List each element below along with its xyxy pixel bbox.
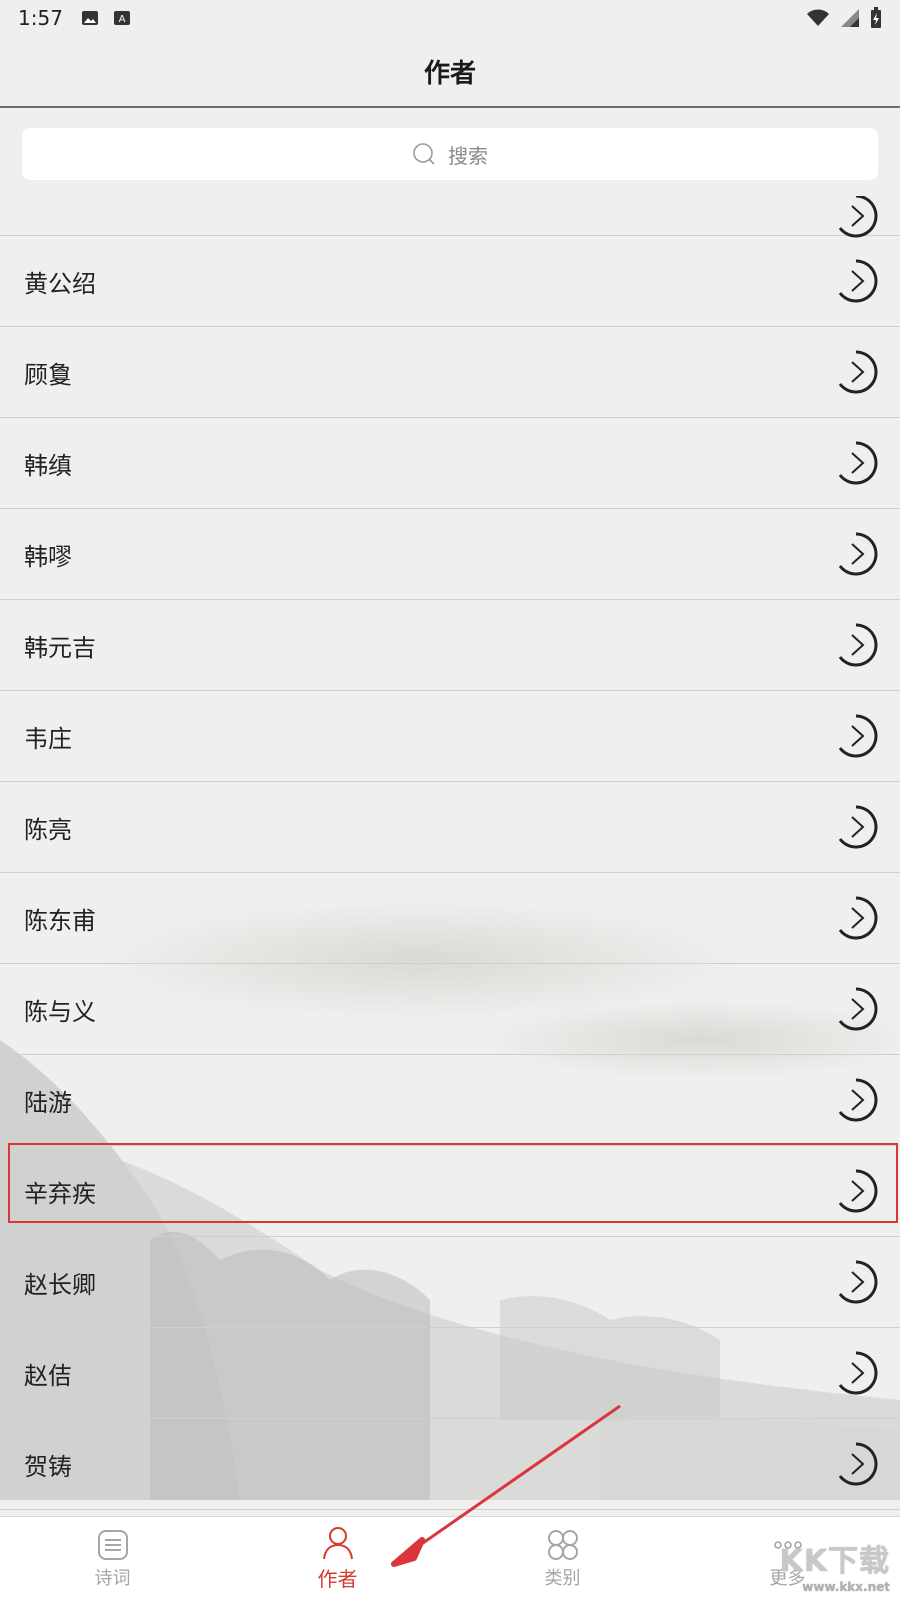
- tab-label: 类别: [544, 1567, 581, 1589]
- author-name: 黄公绍: [24, 269, 96, 298]
- list-item[interactable]: 赵佶: [0, 1328, 900, 1419]
- author-name: 韩嘐: [24, 542, 72, 571]
- chevron-right-icon: [838, 805, 878, 849]
- search-icon: [413, 143, 435, 165]
- author-name: 陈亮: [24, 815, 72, 844]
- page-title: 作者: [423, 58, 476, 89]
- author-name: 韦庄: [24, 724, 72, 753]
- chevron-right-icon: [838, 714, 878, 758]
- list-item[interactable]: 韩元吉: [0, 600, 900, 691]
- tab-categories[interactable]: 类别: [450, 1517, 675, 1600]
- person-icon: [322, 1527, 353, 1560]
- list-item[interactable]: 辛弃疾: [0, 1146, 900, 1237]
- chevron-right-icon: [838, 259, 878, 303]
- tab-authors[interactable]: 作者: [225, 1517, 450, 1600]
- chevron-right-icon: [838, 1169, 878, 1213]
- grid-icon: [547, 1529, 578, 1560]
- battery-icon: [871, 7, 881, 28]
- chevron-right-icon: [838, 896, 878, 940]
- list-item[interactable]: 陆游: [0, 1055, 900, 1146]
- status-bar: 1:57 A: [0, 0, 900, 36]
- author-name: 陆游: [24, 1088, 72, 1117]
- chevron-right-icon: [838, 532, 878, 576]
- author-name: 韩缜: [24, 451, 72, 480]
- chevron-right-icon: [838, 350, 878, 394]
- chevron-right-icon: [838, 987, 878, 1031]
- list-item[interactable]: 韩缜: [0, 418, 900, 509]
- author-name: 辛弃疾: [24, 1179, 96, 1208]
- search-placeholder: 搜索: [448, 143, 488, 168]
- chevron-right-icon: [838, 623, 878, 667]
- author-name: 陈东甫: [24, 906, 96, 935]
- chevron-right-icon: [838, 441, 878, 485]
- tab-poems[interactable]: 诗词: [0, 1517, 225, 1600]
- image-notification-icon: [81, 11, 98, 25]
- chevron-right-icon: [838, 196, 878, 238]
- list-item[interactable]: 顾敻: [0, 327, 900, 418]
- author-name: 赵长卿: [24, 1270, 96, 1299]
- chevron-right-icon: [838, 1442, 878, 1486]
- bottom-tab-bar: 诗词 作者 类别 更多: [0, 1516, 900, 1600]
- list-item[interactable]: 韩嘐: [0, 509, 900, 600]
- book-icon: [97, 1529, 128, 1560]
- list-item[interactable]: 贺铸: [0, 1419, 900, 1510]
- search-input[interactable]: 搜索: [22, 128, 878, 180]
- watermark-sub: www.kkx.net: [802, 1580, 890, 1594]
- text-notification-icon: A: [113, 11, 130, 25]
- tab-label: 诗词: [94, 1567, 131, 1589]
- author-name: 顾敻: [24, 360, 72, 389]
- signal-icon: [841, 9, 859, 27]
- svg-text:A: A: [119, 14, 126, 25]
- list-item[interactable]: 韦庄: [0, 691, 900, 782]
- author-name: 陈与义: [24, 997, 96, 1026]
- watermark: KK下载 www.kkx.net: [780, 1536, 891, 1594]
- list-item[interactable]: 陈亮: [0, 782, 900, 873]
- chevron-right-icon: [838, 1260, 878, 1304]
- list-item[interactable]: 黄公绍: [0, 236, 900, 327]
- list-item[interactable]: 陈东甫: [0, 873, 900, 964]
- watermark-text: KK下载: [779, 1544, 890, 1579]
- chevron-right-icon: [838, 1351, 878, 1395]
- list-item[interactable]: 赵长卿: [0, 1237, 900, 1328]
- tab-label: 作者: [317, 1567, 358, 1591]
- wifi-icon: [807, 9, 829, 26]
- header-bar: 作者: [0, 36, 900, 108]
- list-item[interactable]: 陈与义: [0, 964, 900, 1055]
- author-list[interactable]: 黄公绍顾敻韩缜韩嘐韩元吉韦庄陈亮陈东甫陈与义陆游辛弃疾赵长卿赵佶贺铸: [0, 196, 900, 1516]
- author-name: 韩元吉: [24, 633, 96, 662]
- chevron-right-icon: [838, 1078, 878, 1122]
- author-name: 赵佶: [24, 1361, 72, 1390]
- author-name: 贺铸: [24, 1452, 72, 1481]
- list-item[interactable]: [0, 196, 900, 238]
- status-time: 1:57: [18, 6, 63, 30]
